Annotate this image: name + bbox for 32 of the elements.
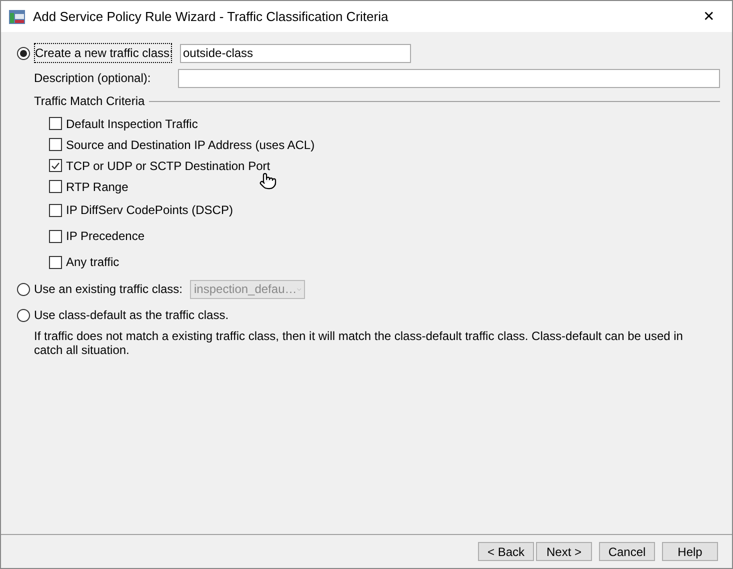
- dialog-button[interactable]: Cancel: [599, 542, 655, 561]
- checkbox-label[interactable]: RTP Range: [66, 178, 128, 196]
- checkbox[interactable]: [49, 180, 62, 193]
- description-label: Description (optional):: [34, 70, 152, 87]
- radio-button[interactable]: [17, 308, 30, 322]
- checkbox[interactable]: [49, 138, 62, 151]
- checkbox[interactable]: [49, 159, 62, 172]
- hand-cursor-icon: [259, 172, 277, 190]
- checkbox-label[interactable]: IP Precedence: [66, 227, 144, 245]
- help-text: If traffic does not match a existing traffic class, then it will match the class-default traffic class. Class-default can be used in catch all situation.: [33, 329, 684, 357]
- dialog-button[interactable]: < Back: [478, 542, 534, 561]
- checkbox-label[interactable]: Any traffic: [66, 253, 120, 271]
- checkbox[interactable]: [49, 117, 62, 130]
- checkbox-label[interactable]: Source and Destination IP Address (uses ACL): [66, 136, 315, 154]
- radio-label[interactable]: Use class-default as the traffic class.: [34, 306, 229, 324]
- radio-button[interactable]: [17, 46, 30, 60]
- window-title: Add Service Policy Rule Wizard - Traffic Classification Criteria: [33, 8, 390, 26]
- dialog-button[interactable]: Next >: [536, 542, 592, 561]
- checkbox[interactable]: [49, 256, 62, 268]
- checkbox-label[interactable]: IP DiffServ CodePoints (DSCP): [66, 201, 233, 219]
- dialog-button[interactable]: Help: [662, 542, 718, 561]
- class-name-field[interactable]: outside-class: [180, 44, 411, 62]
- app-icon: [9, 10, 25, 24]
- checkbox-label[interactable]: Default Inspection Traffic: [66, 114, 198, 132]
- description-field[interactable]: [178, 68, 720, 88]
- group-title: Traffic Match Criteria: [34, 93, 145, 110]
- chevron-down-icon: [296, 286, 301, 292]
- close-button[interactable]: ✕: [694, 4, 724, 28]
- checkbox[interactable]: [49, 204, 62, 216]
- radio-label[interactable]: Create a new traffic class:: [34, 43, 172, 63]
- checkbox[interactable]: [49, 230, 62, 242]
- checkbox-label[interactable]: TCP or UDP or SCTP Destination Port: [66, 156, 270, 174]
